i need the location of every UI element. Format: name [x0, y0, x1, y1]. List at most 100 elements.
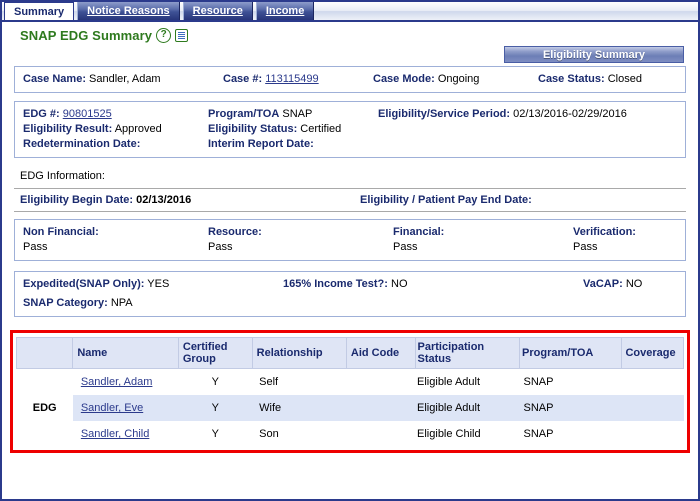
table-row: Sandler, Child Y Son Eligible Child SNAP	[17, 421, 684, 447]
non-financial-label: Non Financial:	[23, 226, 99, 238]
edg-information-label: EDG Information:	[20, 170, 105, 182]
eligibility-result-value: Approved	[114, 123, 162, 135]
income-test-field: 165% Income Test?: NO	[283, 277, 583, 292]
case-status-label: Case Status:	[538, 73, 605, 85]
case-mode-field: Case Mode: Ongoing	[373, 72, 538, 87]
redetermination-date-label: Redetermination Date:	[23, 138, 141, 150]
case-mode-label: Case Mode:	[373, 73, 435, 85]
participation-status-cell: Eligible Adult	[415, 395, 520, 421]
eligibility-status-value: Certified	[300, 123, 342, 135]
coverage-cell	[622, 421, 684, 447]
participation-status-cell: Eligible Child	[417, 428, 481, 440]
edg-details-row-2: Eligibility Result: Approved Eligibility…	[23, 122, 677, 137]
income-test-value: NO	[391, 278, 408, 290]
member-name-cell: Sandler, Child	[73, 421, 179, 447]
snap-details-row-2: SNAP Category: NPA	[23, 296, 677, 311]
member-name-link[interactable]: Sandler, Adam	[81, 376, 153, 388]
tab-strip: Summary Notice Reasons Resource Income	[2, 2, 698, 22]
edg-information-heading: EDG Information:	[14, 167, 686, 188]
summary-button-bar: Eligibility Summary	[14, 46, 686, 63]
divider-bottom	[14, 211, 686, 212]
program-toa-value: SNAP	[282, 108, 313, 120]
column-header-participation-status: Participation Status	[414, 337, 521, 369]
status-results-values: Pass Pass Pass Pass	[23, 240, 677, 255]
edg-number-link[interactable]: 90801525	[63, 108, 112, 120]
eligibility-service-period-field: Eligibility/Service Period: 02/13/2016-0…	[378, 107, 627, 122]
eligibility-result-label: Eligibility Result:	[23, 123, 113, 135]
resource-label: Resource:	[208, 226, 262, 238]
interim-report-date-field: Interim Report Date:	[208, 137, 378, 152]
snap-category-value: NPA	[110, 297, 133, 309]
case-name-value: Sandler, Adam	[89, 73, 161, 85]
eligibility-status-field: Eligibility Status: Certified	[208, 122, 378, 137]
application-frame: Summary Notice Reasons Resource Income SNAP…	[0, 0, 700, 501]
edg-group-label-blank	[17, 369, 73, 396]
program-toa-cell: SNAP	[519, 395, 622, 421]
redetermination-date-field: Redetermination Date:	[23, 137, 208, 152]
snap-category-field: SNAP Category: NPA	[23, 296, 133, 311]
edg-number-label: EDG #:	[23, 108, 60, 120]
relationship-cell: Son	[259, 428, 279, 440]
edg-member-table-highlight: Name Certified Group Relationship Aid Co…	[10, 330, 690, 453]
edg-group-label-blank	[17, 421, 73, 447]
edg-details-panel: EDG #: 90801525 Program/TOA SNAP Eligibi…	[14, 101, 686, 158]
program-toa-cell: SNAP	[523, 428, 554, 440]
program-toa-field: Program/TOA SNAP	[208, 107, 378, 122]
member-name-link[interactable]: Sandler, Child	[81, 428, 150, 440]
edg-group-label: EDG	[16, 395, 73, 421]
column-header-certified-group: Certified Group	[177, 337, 253, 369]
member-name-cell: Sandler, Adam	[73, 369, 179, 396]
expedited-field: Expedited(SNAP Only): YES	[23, 277, 283, 292]
edg-member-table: Name Certified Group Relationship Aid Co…	[15, 337, 684, 447]
income-test-label: 165% Income Test?:	[283, 278, 388, 290]
eligibility-result-field: Eligibility Result: Approved	[23, 122, 208, 137]
tab-income[interactable]: Income	[255, 2, 315, 20]
snap-category-label: SNAP Category:	[23, 297, 108, 309]
tab-resource[interactable]: Resource	[182, 2, 253, 20]
snap-details-panel: Expedited(SNAP Only): YES 165% Income Te…	[14, 271, 686, 317]
case-summary-panel: Case Name: Sandler, Adam Case #: 1131154…	[14, 66, 686, 93]
vacap-field: VaCAP: NO	[583, 277, 642, 292]
table-row: EDG Sandler, Eve Y Wife Eligible Adult S…	[16, 395, 684, 421]
tab-summary[interactable]: Summary	[4, 2, 75, 20]
document-icon[interactable]	[175, 29, 189, 42]
eligibility-end-date-field: Eligibility / Patient Pay End Date:	[360, 194, 532, 206]
case-status-value: Closed	[607, 73, 642, 85]
vacap-value: NO	[625, 278, 643, 290]
tab-notice-reasons[interactable]: Notice Reasons	[77, 2, 180, 20]
expedited-label: Expedited(SNAP Only):	[23, 278, 145, 290]
case-mode-value: Ongoing	[437, 73, 480, 85]
certified-group-cell: Y	[178, 395, 253, 421]
edg-number-field: EDG #: 90801525	[23, 107, 208, 122]
member-name-link[interactable]: Sandler, Eve	[81, 402, 143, 414]
eligibility-begin-date-label: Eligibility Begin Date:	[20, 194, 134, 206]
eligibility-end-date-label: Eligibility / Patient Pay End Date:	[360, 194, 532, 206]
eligibility-summary-button[interactable]: Eligibility Summary	[504, 46, 684, 63]
snap-details-row-1: Expedited(SNAP Only): YES 165% Income Te…	[23, 277, 677, 292]
edg-details-row-3: Redetermination Date: Interim Report Dat…	[23, 137, 677, 152]
relationship-cell: Wife	[252, 395, 347, 421]
page-title-row: SNAP EDG Summary?	[2, 22, 698, 44]
case-number-link[interactable]: 113115499	[265, 73, 318, 85]
column-header-coverage: Coverage	[621, 337, 684, 369]
certified-group-cell: Y	[211, 428, 219, 440]
certified-group-cell: Y	[211, 376, 219, 388]
case-status-field: Case Status: Closed	[538, 72, 642, 87]
status-results-panel: Non Financial: Resource: Financial: Verific…	[14, 219, 686, 261]
vacap-label: VaCAP:	[583, 278, 623, 290]
aid-code-cell	[346, 395, 416, 421]
case-number-field: Case #: 113115499	[223, 72, 373, 87]
coverage-cell	[622, 369, 684, 396]
financial-value: Pass	[393, 241, 418, 253]
program-toa-label: Program/TOA	[208, 108, 280, 120]
column-header-program-toa: Program/TOA	[519, 337, 623, 369]
participation-status-cell: Eligible Adult	[417, 376, 481, 388]
expedited-value: YES	[147, 278, 170, 290]
verification-label: Verification:	[573, 226, 636, 238]
help-icon[interactable]: ?	[156, 28, 172, 43]
case-summary-row: Case Name: Sandler, Adam Case #: 1131154…	[23, 72, 677, 87]
column-header-blank	[15, 337, 74, 369]
column-header-name: Name	[72, 337, 179, 369]
case-number-label: Case #:	[223, 73, 263, 85]
verification-value: Pass	[573, 241, 598, 253]
